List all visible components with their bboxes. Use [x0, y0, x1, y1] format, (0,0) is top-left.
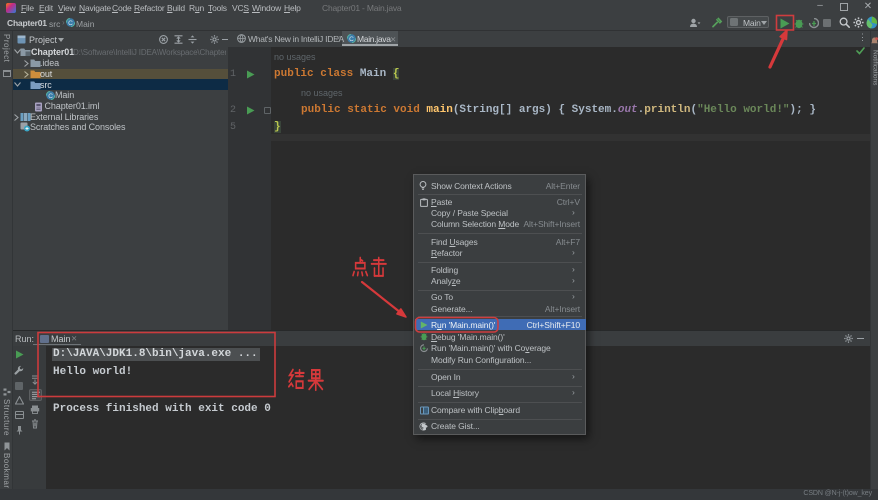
svg-text:C: C — [48, 92, 53, 99]
svg-text:C: C — [349, 36, 354, 43]
svg-text:C: C — [68, 20, 73, 27]
